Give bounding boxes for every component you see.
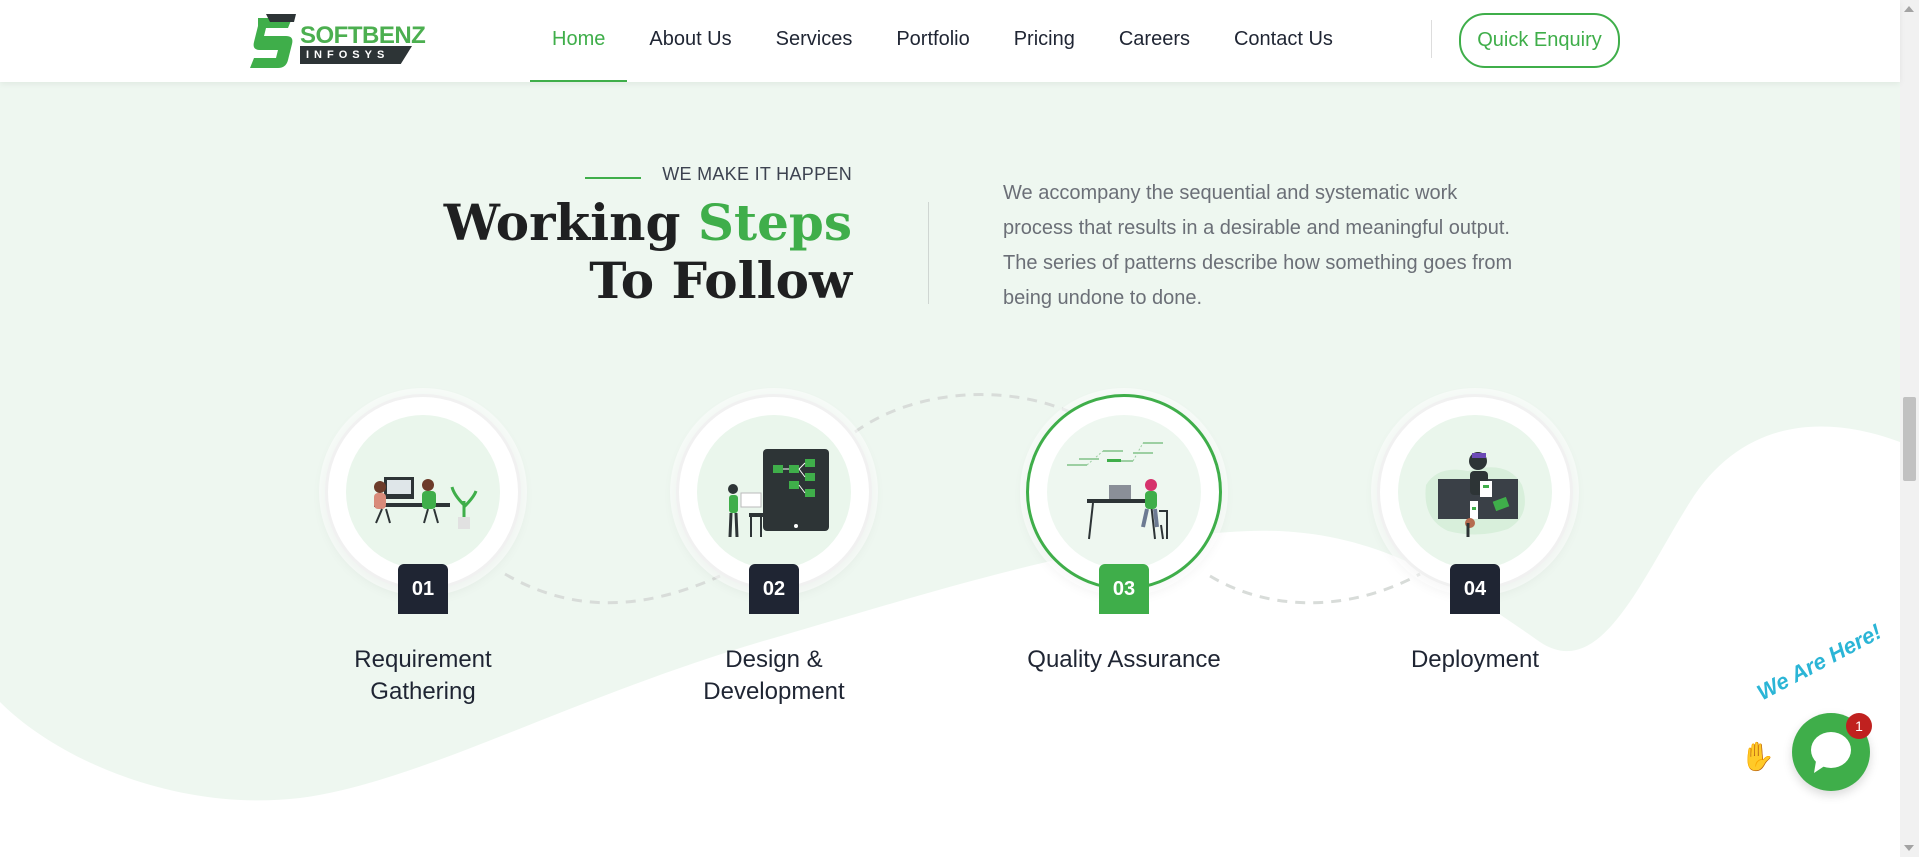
step-3-number: 03 — [1099, 564, 1149, 614]
design-board-illustration-icon — [728, 449, 829, 538]
nav-careers[interactable]: Careers — [1097, 0, 1212, 82]
heading-part1: Working — [443, 193, 698, 252]
heading-divider — [928, 202, 929, 304]
step-1-circle — [325, 394, 521, 590]
step-1-number: 01 — [398, 564, 448, 614]
nav-contact-us[interactable]: Contact Us — [1212, 0, 1355, 82]
scroll-down-arrow-icon[interactable] — [1904, 845, 1914, 851]
waving-hand-icon: ✋ — [1740, 740, 1775, 773]
testing-desk-illustration-icon — [1067, 442, 1168, 540]
nav-about-us[interactable]: About Us — [627, 0, 753, 82]
section-heading: Working Steps To Follow — [440, 194, 852, 310]
step-2-title: Design & Development — [703, 646, 845, 705]
nav-divider — [1431, 20, 1432, 58]
step-2-circle — [676, 394, 872, 590]
page-scrollbar[interactable] — [1900, 0, 1919, 857]
nav-home[interactable]: Home — [530, 0, 628, 82]
main-nav: Home About Us Services Portfolio Pricing… — [530, 0, 1355, 82]
site-header: SOFTBENZ INFOSYS Home About Us Services … — [0, 0, 1900, 82]
logo-mark-icon — [250, 14, 296, 68]
nav-portfolio[interactable]: Portfolio — [874, 0, 991, 82]
step-4-number: 04 — [1450, 564, 1500, 614]
scroll-up-arrow-icon[interactable] — [1904, 6, 1914, 12]
nav-services[interactable]: Services — [754, 0, 875, 82]
chat-unread-badge: 1 — [1846, 713, 1872, 739]
step-4-circle — [1377, 394, 1573, 590]
scroll-thumb[interactable] — [1903, 397, 1916, 481]
quick-enquiry-button[interactable]: Quick Enquiry — [1459, 13, 1620, 68]
step-4-title: Deployment — [1410, 646, 1540, 673]
logo-name: SOFTBENZ — [300, 22, 426, 49]
logo-subname: INFOSYS — [300, 46, 412, 64]
step-3-circle — [1026, 394, 1222, 590]
office-team-illustration-icon — [374, 477, 478, 529]
heading-accent: Steps — [697, 193, 852, 252]
nav-pricing[interactable]: Pricing — [992, 0, 1097, 82]
chat-widget[interactable]: We Are Here! ✋ 1 — [1740, 619, 1910, 800]
step-2-number: 02 — [749, 564, 799, 614]
step-1-title: Requirement Gathering — [354, 646, 492, 705]
step-3-title: Quality Assurance — [1027, 646, 1221, 673]
section-background — [0, 82, 1900, 857]
working-steps-section: WE MAKE IT HAPPEN Working Steps To Follo… — [0, 82, 1900, 857]
deployment-illustration-icon — [1425, 452, 1525, 537]
heading-part2: To Follow — [589, 251, 852, 310]
section-eyebrow: WE MAKE IT HAPPEN — [662, 164, 852, 184]
softbenz-logo[interactable]: SOFTBENZ INFOSYS — [248, 10, 426, 72]
section-description: We accompany the sequential and systemat… — [1003, 182, 1513, 309]
